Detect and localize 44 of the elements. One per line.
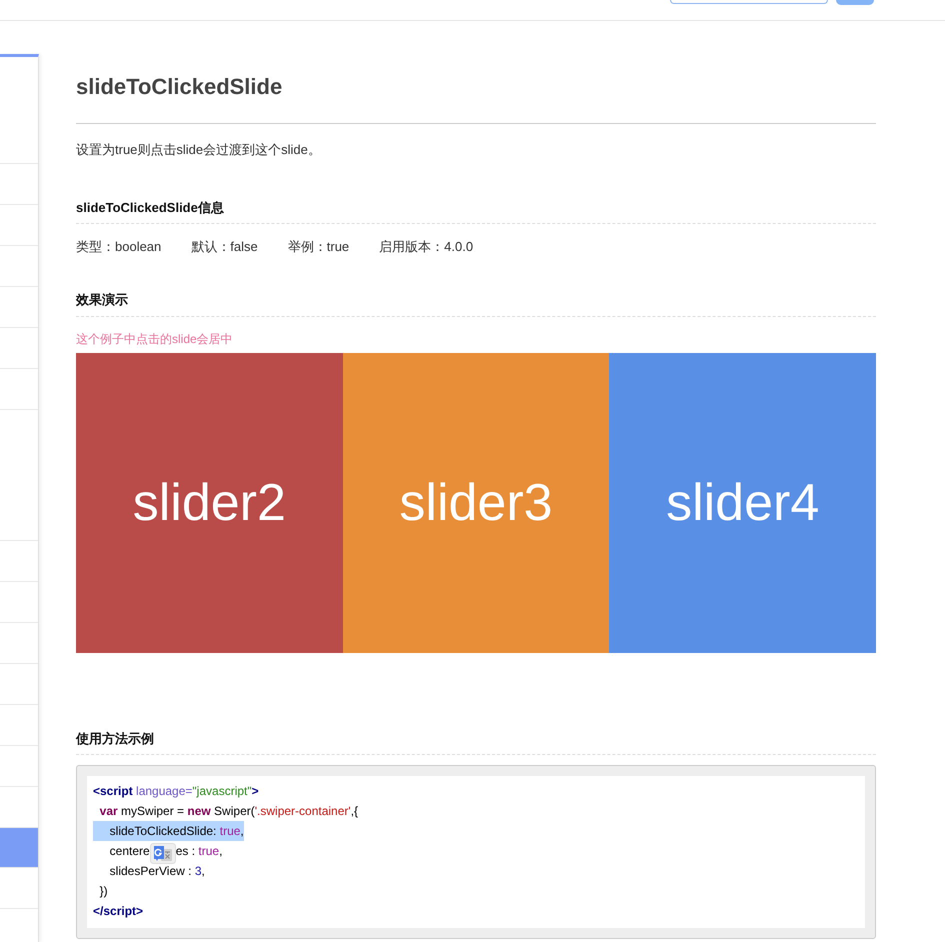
sidebar-item[interactable] — [0, 287, 38, 328]
sidebar-item[interactable] — [0, 909, 38, 942]
description-text: 设置为true则点击slide会过渡到这个slide。 — [76, 141, 321, 159]
search-field[interactable] — [670, 0, 828, 4]
sidebar-item[interactable] — [0, 246, 38, 287]
info-text: 类型：boolean — [76, 238, 162, 256]
slide[interactable]: slider4 — [609, 353, 876, 653]
section-heading: slideToClickedSlide信息 — [76, 199, 224, 217]
code-text: es : true, — [176, 843, 222, 860]
section-heading: 使用方法示例 — [76, 730, 154, 748]
code-line: <script language="javascript"> — [93, 783, 259, 800]
info-text: 举例：true — [288, 238, 350, 256]
info-text: 启用版本：4.0.0 — [379, 238, 474, 256]
slide[interactable]: slider3 — [342, 353, 610, 653]
sidebar-item[interactable] — [0, 828, 38, 868]
section-heading: 效果演示 — [76, 291, 128, 309]
code-text: centere — [108, 843, 150, 860]
code-line: }) — [98, 883, 108, 900]
code-line: var mySwiper = new Swiper('.swiper-container',{ — [98, 803, 358, 820]
sidebar-item[interactable] — [0, 164, 38, 205]
header-button[interactable] — [836, 0, 874, 5]
sidebar-item[interactable] — [0, 205, 38, 246]
code-line: slidesPerView : 3, — [108, 863, 205, 880]
sidebar-item[interactable] — [0, 868, 38, 909]
sidebar-item[interactable] — [0, 705, 38, 746]
sidebar-item[interactable] — [0, 541, 38, 582]
slide-label: slider4 — [666, 473, 820, 533]
sidebar-item[interactable] — [0, 410, 38, 541]
sidebar-item[interactable] — [0, 57, 38, 164]
demo-note: 这个例子中点击的slide会居中 — [76, 331, 233, 348]
sidebar-item[interactable] — [0, 369, 38, 410]
sidebar-item[interactable] — [0, 746, 38, 787]
info-text: 默认：false — [191, 238, 258, 256]
slide[interactable]: slider2 — [76, 353, 343, 653]
slide-label: slider2 — [132, 473, 286, 533]
sidebar-item[interactable] — [0, 623, 38, 664]
slide-label: slider3 — [399, 473, 553, 533]
translate-icon[interactable] — [150, 842, 176, 864]
code-line: </script> — [93, 903, 144, 920]
sidebar-item[interactable] — [0, 328, 38, 369]
sidebar-item[interactable] — [0, 664, 38, 705]
sidebar-item[interactable] — [0, 582, 38, 623]
page-title: slideToClickedSlide — [76, 73, 282, 101]
sidebar-item[interactable] — [0, 787, 38, 828]
